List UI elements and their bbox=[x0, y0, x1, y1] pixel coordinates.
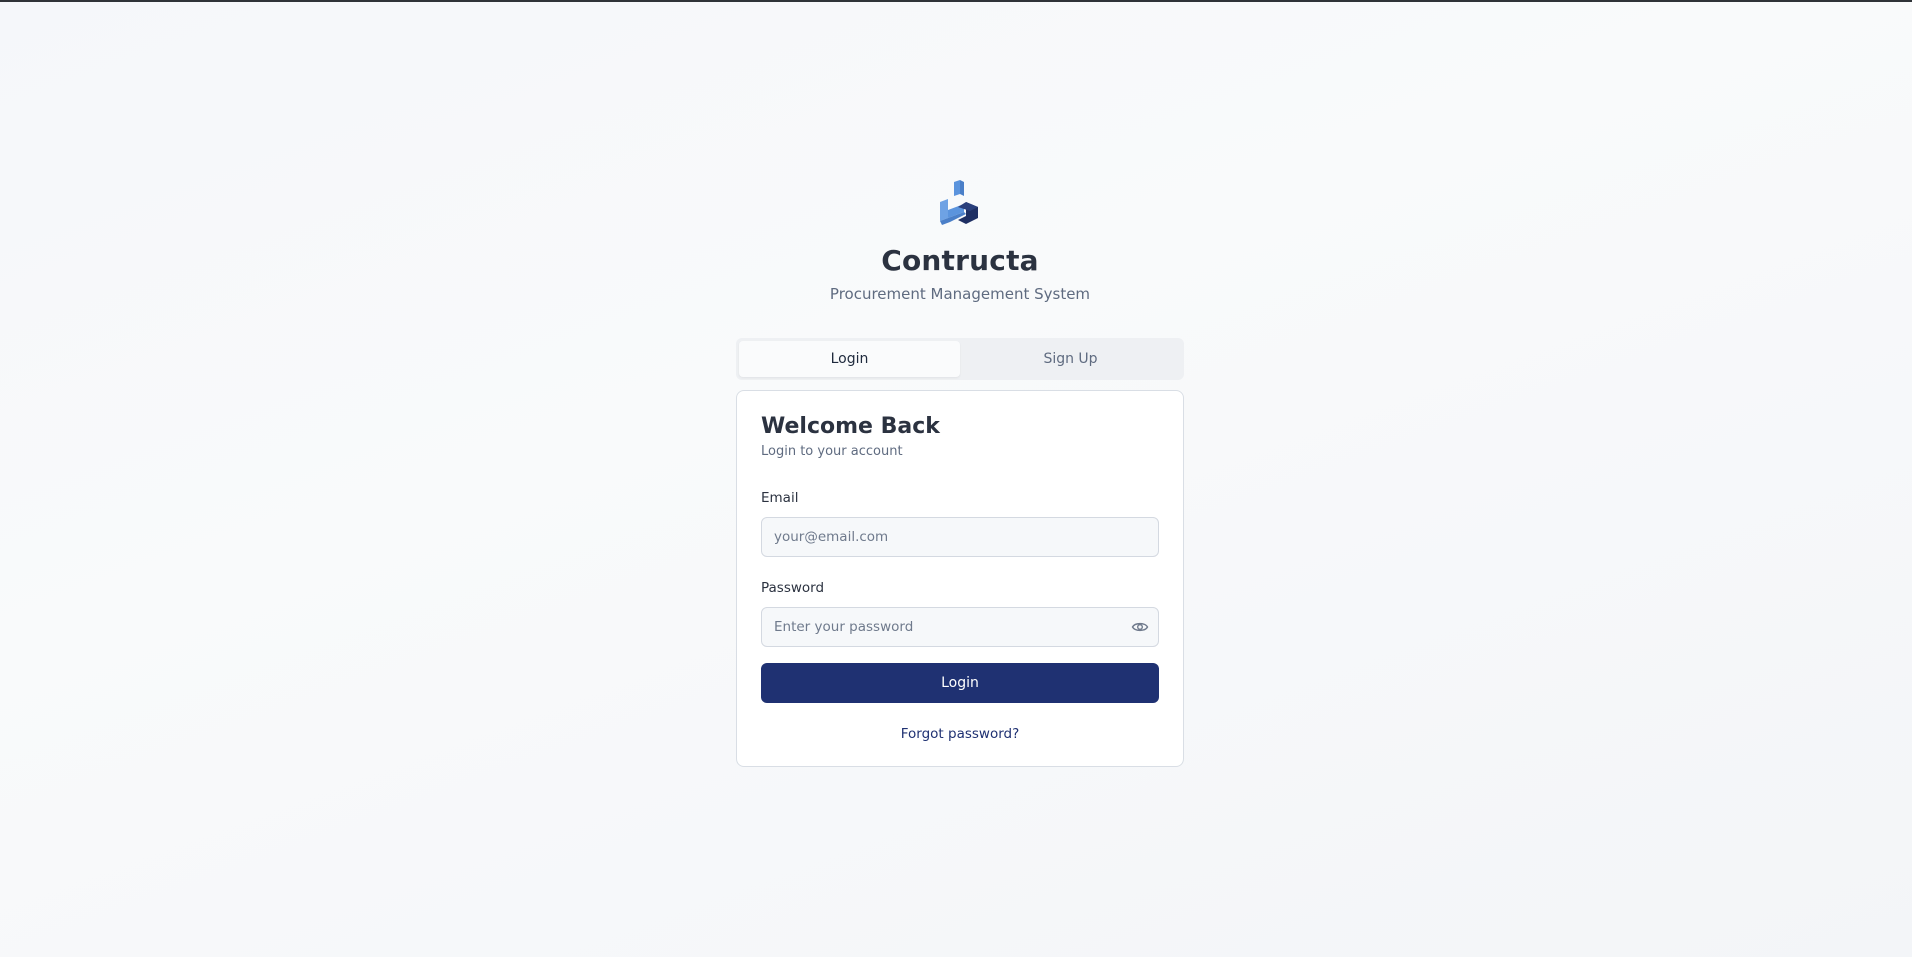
email-input-wrap bbox=[761, 517, 1159, 557]
app-subtitle: Procurement Management System bbox=[829, 285, 1091, 303]
card-subtitle: Login to your account bbox=[761, 444, 903, 459]
brand-header: Contructa Procurement Management System bbox=[736, 180, 1184, 304]
login-card: Welcome Back Login to your account Email… bbox=[736, 390, 1184, 767]
card-title: Welcome Back bbox=[761, 414, 940, 439]
forgot-password-row: Forgot password? bbox=[761, 723, 1159, 742]
login-container: Contructa Procurement Management System … bbox=[736, 180, 1184, 767]
login-button[interactable]: Login bbox=[761, 663, 1159, 703]
email-field-group: Email bbox=[761, 489, 1159, 557]
password-input-wrap bbox=[761, 607, 1159, 647]
auth-tabs: Login Sign Up bbox=[736, 338, 1184, 380]
password-field-group: Password bbox=[761, 579, 1159, 647]
tab-sign-up[interactable]: Sign Up bbox=[960, 341, 1181, 377]
stacked-blocks-logo-icon bbox=[940, 180, 978, 225]
password-input[interactable] bbox=[761, 607, 1159, 647]
top-window-strip bbox=[0, 0, 1912, 2]
email-input[interactable] bbox=[761, 517, 1159, 557]
eye-icon[interactable] bbox=[1131, 619, 1149, 635]
email-label: Email bbox=[761, 490, 799, 506]
tab-login[interactable]: Login bbox=[739, 341, 960, 377]
password-label: Password bbox=[761, 580, 825, 596]
app-title: Contructa bbox=[881, 244, 1039, 277]
forgot-password-link[interactable]: Forgot password? bbox=[901, 726, 1020, 742]
